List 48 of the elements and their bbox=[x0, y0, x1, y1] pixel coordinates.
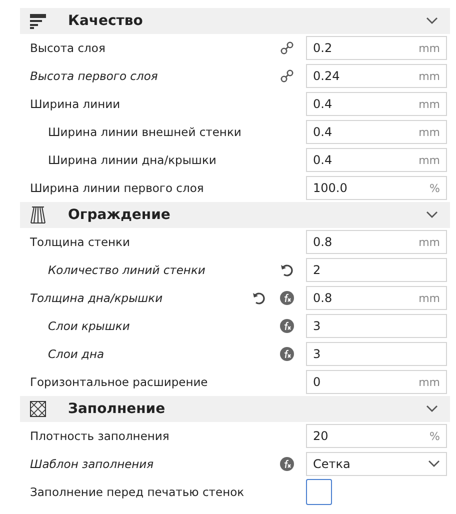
setting-label: Горизонтальное расширение bbox=[29, 375, 209, 389]
section-title: Качество bbox=[68, 13, 144, 29]
dropdown[interactable]: Сетка bbox=[306, 452, 447, 476]
section-header[interactable]: Заполнение bbox=[20, 396, 450, 422]
setting-label: Слои дна bbox=[47, 347, 106, 361]
section-title: Ограждение bbox=[68, 207, 172, 223]
number-field[interactable]: 3 bbox=[306, 314, 447, 338]
infill-icon bbox=[30, 401, 46, 417]
setting-label: Слои крышки bbox=[47, 319, 131, 333]
setting-label: Ширина линии дна/крышки bbox=[47, 153, 218, 167]
setting-label: Заполнение перед печатью стенок bbox=[29, 485, 246, 499]
number-field[interactable]: 0.2 mm bbox=[306, 36, 447, 60]
number-field[interactable]: 100.0 % bbox=[306, 176, 447, 200]
walls-icon bbox=[30, 206, 46, 224]
checkbox[interactable] bbox=[306, 479, 332, 505]
chain-link-icon[interactable] bbox=[280, 41, 294, 55]
function-icon[interactable] bbox=[280, 347, 294, 361]
number-field[interactable]: 0 mm bbox=[306, 370, 447, 394]
number-field[interactable]: 0.4 mm bbox=[306, 120, 447, 144]
number-field[interactable]: 0.4 mm bbox=[306, 92, 447, 116]
setting-label: Высота первого слоя bbox=[29, 69, 159, 83]
setting-label: Количество линий стенки bbox=[47, 263, 206, 277]
number-field[interactable]: 0.24 mm bbox=[306, 64, 447, 88]
setting-label: Ширина линии первого слоя bbox=[29, 181, 205, 195]
setting-label: Высота слоя bbox=[29, 41, 106, 55]
number-field[interactable]: 0.8 mm bbox=[306, 286, 447, 310]
number-field[interactable]: 2 bbox=[306, 258, 447, 282]
setting-label: Толщина стенки bbox=[29, 235, 131, 249]
reset-icon[interactable] bbox=[280, 263, 294, 277]
setting-label: Ширина линии внешней стенки bbox=[47, 125, 242, 139]
setting-label: Ширина линии bbox=[29, 97, 122, 111]
section-title: Заполнение bbox=[68, 401, 166, 417]
number-field[interactable]: 20 % bbox=[306, 424, 447, 448]
number-field[interactable]: 0.4 mm bbox=[306, 148, 447, 172]
setting-label: Толщина дна/крышки bbox=[29, 291, 164, 305]
setting-label: Плотность заполнения bbox=[29, 429, 170, 443]
section-header[interactable]: Ограждение bbox=[20, 202, 450, 228]
function-icon[interactable] bbox=[280, 457, 294, 471]
reset-icon[interactable] bbox=[252, 291, 266, 305]
function-icon[interactable] bbox=[280, 319, 294, 333]
number-field[interactable]: 0.8 mm bbox=[306, 230, 447, 254]
section-header[interactable]: Качество bbox=[20, 8, 450, 34]
number-field[interactable]: 3 bbox=[306, 342, 447, 366]
chevron-icon bbox=[428, 460, 440, 468]
layers-icon bbox=[30, 13, 46, 29]
setting-label: Шаблон заполнения bbox=[29, 457, 155, 471]
chain-link-icon[interactable] bbox=[280, 69, 294, 83]
function-icon[interactable] bbox=[280, 291, 294, 305]
